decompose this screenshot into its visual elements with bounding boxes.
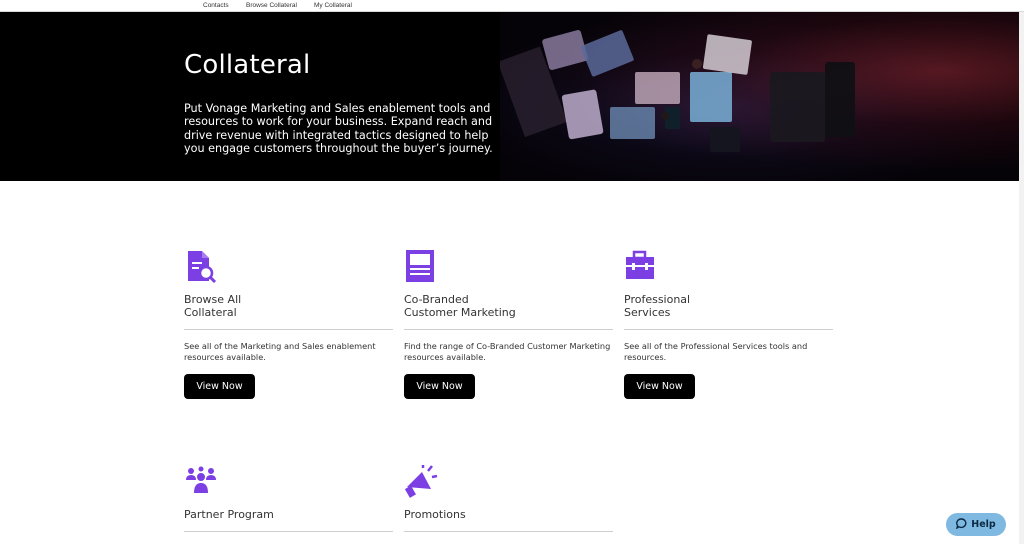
divider [404,329,613,330]
card-title: Professional Services [624,293,691,319]
card-title: Browse All Collateral [184,293,242,319]
desk-illustration [497,30,855,152]
chat-bubble-icon [956,517,967,532]
card-description: See all of the Marketing and Sales enabl… [184,341,376,362]
card-description: Find the range of Co-Branded Customer Ma… [404,341,611,362]
divider [404,531,613,532]
newsletter-icon [404,250,438,284]
divider [184,531,393,532]
view-now-button[interactable]: View Now [404,374,475,399]
divider [624,329,833,330]
view-now-button[interactable]: View Now [624,374,695,399]
divider [184,329,393,330]
card-title: Partner Program [184,508,274,521]
card-description: See all of the Professional Services too… [624,341,808,362]
nav-link-my-collateral[interactable]: My Collateral [314,2,352,9]
hero-description: Put Vonage Marketing and Sales enablemen… [184,102,493,155]
nav-link-contacts[interactable]: Contacts [203,2,229,9]
nav-link-browse-collateral[interactable]: Browse Collateral [246,2,297,9]
card-professional-services: Professional Services See all of the Pro… [624,250,833,400]
briefcase-icon [624,250,658,284]
page-title: Collateral [184,50,311,80]
card-title: Co-Branded Customer Marketing [404,293,516,319]
scrollbar[interactable] [1019,12,1024,544]
hero-desk-image [497,12,1019,181]
help-button[interactable]: Help [946,513,1006,536]
help-label: Help [971,519,996,530]
card-browse-all-collateral: Browse All Collateral See all of the Mar… [184,250,393,400]
megaphone-icon [404,465,438,499]
top-nav: Contacts Browse Collateral My Collateral [0,0,1024,12]
people-group-icon [184,465,218,499]
card-title: Promotions [404,508,466,521]
document-search-icon [184,250,218,284]
card-co-branded-customer-marketing: Co-Branded Customer Marketing Find the r… [404,250,613,400]
card-partner-program: Partner Program [184,465,393,535]
view-now-button[interactable]: View Now [184,374,255,399]
hero-banner: Collateral Put Vonage Marketing and Sale… [0,12,1019,181]
card-promotions: Promotions [404,465,613,535]
